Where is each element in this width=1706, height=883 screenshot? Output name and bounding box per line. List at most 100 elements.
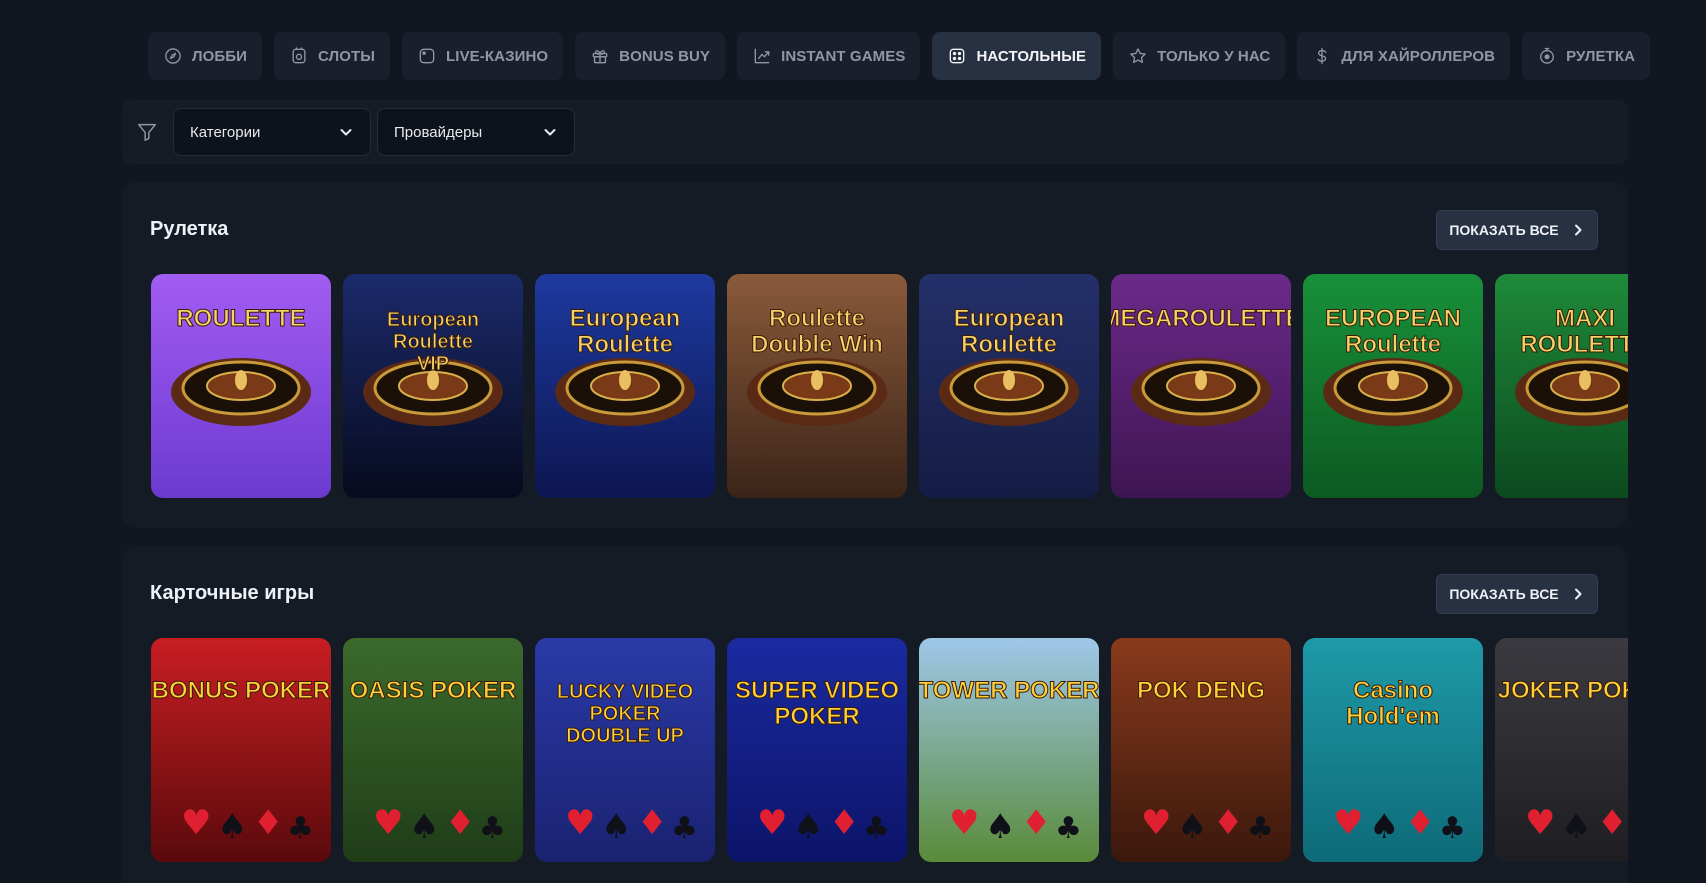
section-card-games: Карточные игры ПОКАЗАТЬ ВСЕ ♥ ♠ ♦ ♣ BONUS PO…	[122, 546, 1628, 883]
game-card[interactable]: ♥ ♠ ♦ ♣ POK DENG	[1111, 638, 1291, 862]
game-thumbnail: ♥ ♠ ♦ ♣ Casino Hold'em	[1303, 638, 1483, 862]
star-icon	[1130, 48, 1146, 63]
svg-text:♦: ♦	[829, 803, 859, 843]
game-title: POK DENG	[1137, 677, 1265, 704]
game-card[interactable]: MAXIROULETTE	[1495, 274, 1628, 498]
game-card[interactable]: European Roulette	[919, 274, 1099, 498]
nav-item-2[interactable]: LIVE-КАЗИНО	[402, 32, 564, 80]
nav-item-1[interactable]: СЛОТЫ	[274, 32, 391, 80]
svg-text:♥: ♥	[565, 803, 595, 843]
svg-text:♥: ♥	[1333, 803, 1363, 843]
game-title: JOKER POKER	[1498, 677, 1628, 704]
categories-select-label: Категории	[190, 123, 261, 141]
game-thumbnail: ♥ ♠ ♦ ♣ BONUS POKER	[151, 638, 331, 862]
game-card[interactable]: ♥ ♠ ♦ ♣ OASIS POKER	[343, 638, 523, 862]
svg-text:♣: ♣	[671, 811, 698, 846]
game-card[interactable]: ♥ ♠ ♦ ♣ TOWER POKER	[919, 638, 1099, 862]
game-thumbnail: ♥ ♠ ♦ ♣ OASIS POKER	[343, 638, 523, 862]
dollar-icon	[1317, 47, 1327, 65]
filter-bar: Категории Провайдеры	[122, 100, 1628, 164]
chevron-right-icon	[1574, 588, 1582, 600]
nav-item-label: LIVE-КАЗИНО	[446, 47, 549, 65]
svg-text:♥: ♥	[757, 803, 787, 843]
nav-item-7[interactable]: ДЛЯ ХАЙРОЛЛЕРОВ	[1297, 32, 1511, 80]
svg-text:♠: ♠	[1177, 807, 1207, 847]
game-title: EUROPEAN Roulette	[1325, 305, 1461, 358]
svg-text:♦: ♦	[1597, 803, 1627, 843]
svg-text:♦: ♦	[1021, 803, 1051, 843]
game-card[interactable]: ♥ ♠ ♦ ♣ LUCKY VIDEO POKER DOUBLE UP	[535, 638, 715, 862]
svg-text:♦: ♦	[637, 803, 667, 843]
game-card[interactable]: ♥ ♠ ♦ ♣ SUPER VIDEO POKER	[727, 638, 907, 862]
game-title: Roulette Double Win	[751, 305, 883, 358]
show-all-label: ПОКАЗАТЬ ВСЕ	[1449, 222, 1559, 238]
game-thumbnail: European Roulette VIP	[343, 274, 523, 498]
categories-select[interactable]: Категории	[173, 108, 371, 156]
nav-item-4[interactable]: INSTANT GAMES	[737, 32, 921, 80]
chart-up-icon	[754, 48, 770, 64]
game-card[interactable]: European Roulette	[535, 274, 715, 498]
game-title: Casino Hold'em	[1346, 677, 1440, 730]
game-card[interactable]: Roulette Double Win	[727, 274, 907, 498]
svg-text:♦: ♦	[1405, 803, 1435, 843]
game-title: BONUS POKER	[152, 677, 331, 704]
nav-item-3[interactable]: BONUS BUY	[575, 32, 726, 80]
game-thumbnail: ♥ ♠ ♦ ♣LUCKY VIDEO POKER DOUBLE UP	[535, 638, 715, 862]
svg-text:♣: ♣	[1439, 811, 1466, 846]
nav-item-label: ТОЛЬКО У НАС	[1157, 47, 1271, 65]
dice-icon	[950, 48, 965, 64]
svg-text:♠: ♠	[793, 807, 823, 847]
game-title: European Roulette	[570, 305, 681, 358]
nav-item-label: ДЛЯ ХАЙРОЛЛЕРОВ	[1341, 47, 1496, 65]
game-card[interactable]: EUROPEAN Roulette	[1303, 274, 1483, 498]
game-card[interactable]: ROULETTE	[151, 274, 331, 498]
nav-item-5[interactable]: НАСТОЛЬНЫЕ	[932, 32, 1102, 80]
svg-text:♣: ♣	[287, 811, 314, 846]
game-card[interactable]: ♥ ♠ ♦ ♣ BONUS POKER	[151, 638, 331, 862]
section-title: Рулетка	[150, 218, 229, 240]
gift-icon	[592, 50, 608, 64]
section-title: Карточные игры	[150, 582, 315, 604]
game-card[interactable]: European Roulette VIP	[343, 274, 523, 498]
nav-item-label: СЛОТЫ	[318, 47, 376, 65]
svg-text:♥: ♥	[373, 803, 403, 843]
providers-select[interactable]: Провайдеры	[377, 108, 575, 156]
game-title: OASIS POKER	[350, 677, 517, 704]
game-card[interactable]: ♥ ♠ ♦ ♣ Casino Hold'em	[1303, 638, 1483, 862]
chevron-down-icon	[544, 129, 556, 136]
game-title: ROULETTE	[176, 305, 305, 332]
nav-item-6[interactable]: ТОЛЬКО У НАС	[1113, 32, 1286, 80]
svg-text:♠: ♠	[601, 807, 631, 847]
chevron-down-icon	[340, 129, 352, 136]
show-all-button[interactable]: ПОКАЗАТЬ ВСЕ	[1436, 210, 1598, 250]
slot-icon	[292, 47, 306, 64]
nav-item-label: BONUS BUY	[619, 47, 711, 65]
svg-text:♦: ♦	[1213, 803, 1243, 843]
svg-text:♦: ♦	[445, 803, 475, 843]
game-thumbnail: ♥ ♠ ♦ ♣ TOWER POKER	[919, 638, 1099, 862]
game-thumbnail: EUROPEAN Roulette	[1303, 274, 1483, 498]
nav-item-label: ЛОББИ	[192, 47, 248, 65]
roulette-icon	[1540, 47, 1554, 64]
game-row: ROULETTE European Roulette VIP European Roule…	[151, 274, 1628, 498]
nav-item-8[interactable]: РУЛЕТКА	[1522, 32, 1651, 80]
filter-icon[interactable]	[136, 121, 158, 143]
game-title: European Roulette	[954, 305, 1065, 358]
svg-text:♥: ♥	[1525, 803, 1555, 843]
svg-text:♣: ♣	[1055, 811, 1082, 846]
game-card[interactable]: MEGAROULETTE	[1111, 274, 1291, 498]
nav-item-label: НАСТОЛЬНЫЕ	[976, 47, 1087, 65]
game-thumbnail: MEGAROULETTE	[1111, 274, 1291, 498]
svg-text:♣: ♣	[479, 811, 506, 846]
show-all-button[interactable]: ПОКАЗАТЬ ВСЕ	[1436, 574, 1598, 614]
nav-item-0[interactable]: ЛОББИ	[148, 32, 263, 80]
game-thumbnail: European Roulette	[535, 274, 715, 498]
svg-text:♥: ♥	[181, 803, 211, 843]
game-thumbnail: Roulette Double Win	[727, 274, 907, 498]
game-card[interactable]: ♥♠♦♣JOKER POKER	[1495, 638, 1628, 862]
svg-text:♥: ♥	[949, 803, 979, 843]
game-thumbnail: ♥ ♠ ♦ ♣SUPER VIDEO POKER	[727, 638, 907, 862]
svg-text:♠: ♠	[985, 807, 1015, 847]
game-thumbnail: European Roulette	[919, 274, 1099, 498]
svg-text:♣: ♣	[1247, 811, 1274, 846]
